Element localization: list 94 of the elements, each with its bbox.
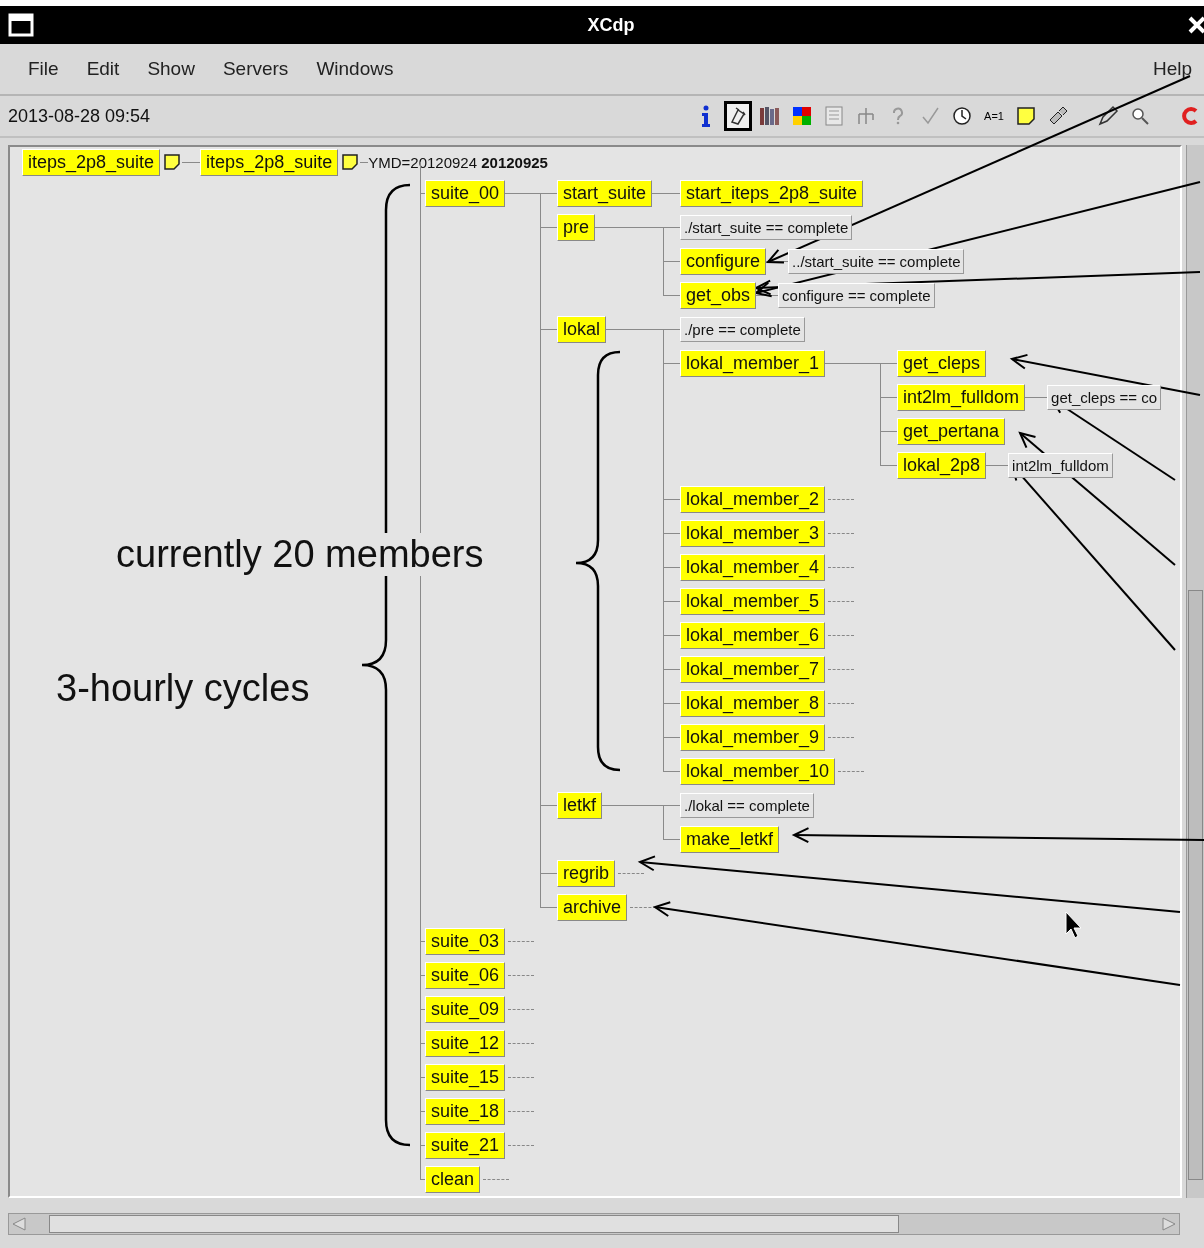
collapsed-dashes bbox=[508, 1110, 535, 1112]
task-node[interactable]: get_obs bbox=[680, 281, 757, 309]
check-icon bbox=[920, 106, 940, 126]
collapsed-dashes bbox=[508, 1008, 535, 1010]
horizontal-scrollbar[interactable] bbox=[8, 1213, 1180, 1235]
collapsed-dashes bbox=[828, 566, 855, 568]
task-node[interactable]: lokal bbox=[557, 315, 607, 343]
trigger-label: int2lm_fulldom bbox=[1008, 452, 1113, 478]
window-menu-icon[interactable] bbox=[8, 12, 34, 38]
note-icon bbox=[164, 154, 181, 170]
task-node[interactable]: lokal_member_6 bbox=[680, 621, 826, 649]
collapsed-dashes bbox=[618, 872, 645, 874]
collapsed-dashes bbox=[828, 634, 855, 636]
mouse-pointer-icon bbox=[1065, 911, 1082, 939]
right-arrow-icon bbox=[1161, 1216, 1177, 1232]
collapsed-dashes bbox=[828, 532, 855, 534]
task-node[interactable]: lokal_member_4 bbox=[680, 553, 826, 581]
collapsed-dashes bbox=[828, 600, 855, 602]
collapsed-dashes bbox=[508, 1076, 535, 1078]
task-node[interactable]: clean bbox=[425, 1165, 481, 1193]
collapsed-dashes bbox=[508, 1144, 535, 1146]
collapsed-dashes bbox=[828, 668, 855, 670]
clock-icon bbox=[952, 106, 972, 126]
task-node[interactable]: archive bbox=[557, 893, 628, 921]
task-node[interactable]: lokal_member_1 bbox=[680, 349, 826, 377]
task-node[interactable]: lokal_2p8 bbox=[897, 451, 987, 479]
close-icon[interactable] bbox=[1188, 14, 1204, 36]
task-node[interactable]: suite_09 bbox=[425, 995, 506, 1023]
collapsed-dashes bbox=[828, 736, 855, 738]
task-node[interactable]: lokal_member_10 bbox=[680, 757, 836, 785]
task-node[interactable]: make_letkf bbox=[680, 825, 780, 853]
collapsed-dashes bbox=[828, 498, 855, 500]
refresh-icon bbox=[1182, 106, 1198, 126]
trigger-label: get_cleps == co bbox=[1047, 384, 1161, 410]
suite-node[interactable]: iteps_2p8_suite bbox=[200, 148, 339, 176]
pen-icon bbox=[1097, 105, 1119, 127]
menu-item[interactable]: Windows bbox=[316, 58, 394, 80]
repeat-label: YMD=20120924 20120925 bbox=[368, 153, 548, 171]
trigger-label: ./lokal == complete bbox=[680, 792, 814, 818]
collapsed-dashes bbox=[483, 1178, 510, 1180]
collapsed-dashes bbox=[630, 906, 657, 908]
task-node[interactable]: pre bbox=[557, 213, 595, 241]
menu-item[interactable]: Servers bbox=[222, 58, 289, 80]
tree-icon bbox=[856, 106, 876, 126]
vertical-scrollbar[interactable] bbox=[1186, 145, 1204, 1198]
collapsed-dashes bbox=[508, 974, 535, 976]
task-node[interactable]: start_suite bbox=[557, 179, 653, 207]
collapsed-dashes bbox=[508, 1042, 535, 1044]
note-icon bbox=[342, 154, 359, 170]
task-node[interactable]: lokal_member_8 bbox=[680, 689, 826, 717]
task-node[interactable]: suite_18 bbox=[425, 1097, 506, 1125]
collapsed-dashes bbox=[828, 702, 855, 704]
task-node[interactable]: lokal_member_5 bbox=[680, 587, 826, 615]
task-node[interactable]: get_cleps bbox=[897, 349, 987, 377]
color-grid-icon bbox=[792, 106, 812, 126]
date-time: 2013-08-28 09:54 bbox=[8, 105, 151, 127]
task-node[interactable]: suite_06 bbox=[425, 961, 506, 989]
trigger-label: ./pre == complete bbox=[680, 316, 805, 342]
toolbar-button[interactable] bbox=[724, 101, 752, 131]
trigger-label: ./start_suite == complete bbox=[680, 214, 853, 240]
window-title: XCdp bbox=[587, 14, 635, 36]
menu-item[interactable]: File bbox=[28, 58, 59, 80]
task-node[interactable]: get_pertana bbox=[897, 417, 1006, 445]
task-node[interactable]: regrib bbox=[557, 859, 616, 887]
task-node[interactable]: lokal_member_7 bbox=[680, 655, 826, 683]
menu-item[interactable]: Help bbox=[1152, 58, 1192, 80]
task-node[interactable]: suite_12 bbox=[425, 1029, 506, 1057]
note-icon bbox=[1016, 106, 1036, 126]
left-arrow-icon bbox=[11, 1216, 27, 1232]
task-node[interactable]: suite_15 bbox=[425, 1063, 506, 1091]
search-icon bbox=[1130, 106, 1150, 126]
annotation-text: currently 20 members bbox=[114, 533, 486, 576]
task-node[interactable]: int2lm_fulldom bbox=[897, 383, 1026, 411]
server-node[interactable]: iteps_2p8_suite bbox=[22, 148, 161, 176]
task-node[interactable]: configure bbox=[680, 247, 767, 275]
task-node[interactable]: lokal_member_2 bbox=[680, 485, 826, 513]
trigger-label: configure == complete bbox=[778, 282, 935, 308]
task-node[interactable]: suite_03 bbox=[425, 927, 506, 955]
trigger-label: ../start_suite == complete bbox=[788, 248, 965, 274]
task-node[interactable]: start_iteps_2p8_suite bbox=[680, 179, 864, 207]
collapsed-dashes bbox=[508, 940, 535, 942]
menu-item[interactable]: Edit bbox=[86, 58, 120, 80]
task-node[interactable]: suite_00 bbox=[425, 179, 506, 207]
task-node[interactable]: suite_21 bbox=[425, 1131, 506, 1159]
scroll-thumb[interactable] bbox=[1188, 590, 1203, 1180]
panel-icon bbox=[824, 106, 844, 126]
books-icon bbox=[759, 106, 781, 126]
info-icon bbox=[701, 105, 711, 127]
menu-item[interactable]: Show bbox=[147, 58, 195, 80]
task-node[interactable]: letkf bbox=[557, 791, 602, 819]
task-node[interactable]: lokal_member_3 bbox=[680, 519, 826, 547]
collapsed-dashes bbox=[838, 770, 865, 772]
scroll-thumb[interactable] bbox=[49, 1215, 899, 1233]
task-node[interactable]: lokal_member_9 bbox=[680, 723, 826, 751]
